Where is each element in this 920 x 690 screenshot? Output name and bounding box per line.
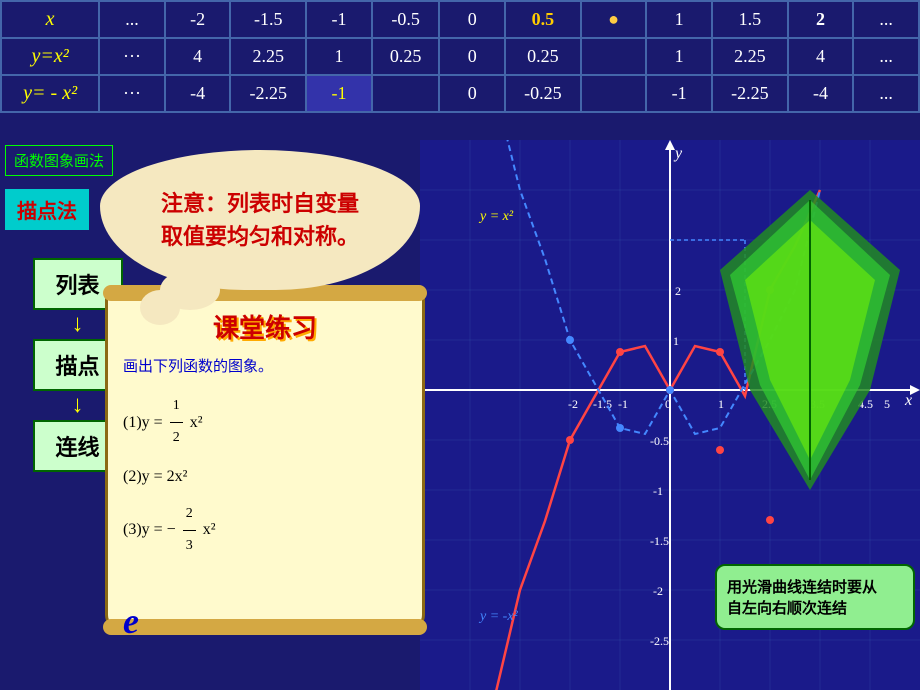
table-cell — [581, 38, 647, 75]
table-cell-highlight: 0.5 — [505, 1, 581, 38]
problem-3-x2: x² — [203, 512, 216, 547]
svg-text:y = x²: y = x² — [478, 209, 514, 224]
func-label: 函数图象画法 — [5, 145, 113, 176]
table-row2-label: y= - x² — [1, 75, 99, 112]
table-cell: ... — [853, 1, 919, 38]
table-header-x: x — [1, 1, 99, 38]
cloud-bubble: 注意：列表时自变量取值要均匀和对称。 — [100, 150, 420, 290]
table-cell: -4 — [788, 75, 854, 112]
table-cell: ... — [853, 75, 919, 112]
arrow-1: ↓ — [72, 310, 84, 339]
table-cell: 1 — [646, 1, 712, 38]
table-cell: -2.25 — [230, 75, 306, 112]
table-cell: 0 — [439, 75, 505, 112]
svg-text:-1.5: -1.5 — [650, 534, 669, 548]
table-cell: -1 — [306, 75, 372, 112]
table-cell: -0.25 — [505, 75, 581, 112]
data-table: x ... -2 -1.5 -1 -0.5 0 0.5 ● 1 1.5 2 ..… — [0, 0, 920, 113]
problem-1: (1)y = 1 2 x² — [123, 391, 407, 454]
tooltip-box: 用光滑曲线连结时要从自左向右顺次连结 — [715, 564, 915, 630]
method-box: 描点法 — [5, 189, 89, 230]
graph-container: x y 0 -2 -1.5 -1 1 2.5 3.5 4.5 5 2 1 -0.… — [420, 140, 920, 690]
svg-text:y = -x²: y = -x² — [478, 609, 519, 624]
table-cell: 0 — [439, 1, 505, 38]
green-decoration — [720, 190, 900, 490]
problem-3: (3)y = − 2 3 x² — [123, 499, 407, 562]
svg-text:y: y — [673, 145, 683, 162]
problem-1-x2: x² — [190, 405, 203, 440]
table-cell: 1 — [306, 38, 372, 75]
problem-2-text: (2)y = 2x² — [123, 459, 187, 494]
table-cell: -1 — [646, 75, 712, 112]
table-cell: 4 — [165, 38, 231, 75]
practice-scroll: 课堂练习 画出下列函数的图象。 (1)y = 1 2 x² (2)y = 2x²… — [105, 290, 425, 630]
table-cell: ··· — [99, 38, 165, 75]
table-cell: 2.25 — [230, 38, 306, 75]
e-icon: e — [123, 600, 139, 642]
table-cell: 2 — [788, 1, 854, 38]
table-cell: 1.5 — [712, 1, 788, 38]
svg-text:-2: -2 — [568, 397, 578, 411]
table-cell: -2.25 — [712, 75, 788, 112]
table-cell — [372, 75, 440, 112]
table-cell: -1.5 — [230, 1, 306, 38]
svg-text:2: 2 — [675, 284, 681, 298]
arrow-2: ↓ — [72, 391, 84, 420]
table-cell: 0 — [439, 38, 505, 75]
table-cell: -1 — [306, 1, 372, 38]
table-cell: ··· — [99, 75, 165, 112]
problem-2: (2)y = 2x² — [123, 459, 407, 494]
svg-text:-2.5: -2.5 — [650, 634, 669, 648]
svg-text:-1: -1 — [653, 484, 663, 498]
tooltip-text: 用光滑曲线连结时要从自左向右顺次连结 — [727, 580, 877, 617]
table-cell: 2.25 — [712, 38, 788, 75]
problem-3-text: (3)y = − — [123, 512, 176, 547]
graph-area: x y 0 -2 -1.5 -1 1 2.5 3.5 4.5 5 2 1 -0.… — [420, 140, 920, 690]
table-row1-label: y=x² — [1, 38, 99, 75]
table-cell: 0.25 — [372, 38, 440, 75]
table-cell — [581, 75, 647, 112]
table-cell: 4 — [788, 38, 854, 75]
table-cell: 1 — [646, 38, 712, 75]
svg-text:1: 1 — [673, 334, 679, 348]
table-cell: 0.25 — [505, 38, 581, 75]
cloud-text: 注意：列表时自变量取值要均匀和对称。 — [161, 187, 359, 253]
scroll-bottom-decoration — [103, 619, 427, 635]
fraction-3: 2 3 — [183, 499, 196, 562]
svg-text:x: x — [904, 392, 912, 409]
problem-1-text: (1)y = — [123, 405, 163, 440]
practice-problems: (1)y = 1 2 x² (2)y = 2x² (3)y = − 2 3 x² — [123, 391, 407, 561]
svg-text:-0.5: -0.5 — [650, 434, 669, 448]
table-cell: ● — [581, 1, 647, 38]
svg-text:-2: -2 — [653, 584, 663, 598]
table-cell: -4 — [165, 75, 231, 112]
table-cell: -2 — [165, 1, 231, 38]
table-cell: ... — [853, 38, 919, 75]
table-cell: ... — [99, 1, 165, 38]
practice-instruction: 画出下列函数的图象。 — [123, 355, 407, 376]
table-cell: -0.5 — [372, 1, 440, 38]
svg-text:-1: -1 — [618, 397, 628, 411]
main-area: 函数图象画法 描点法 列表 ↓ 描点 ↓ 连线 注意：列表时自变量取值要均匀和对… — [0, 140, 920, 690]
fraction-1: 1 2 — [170, 391, 183, 454]
